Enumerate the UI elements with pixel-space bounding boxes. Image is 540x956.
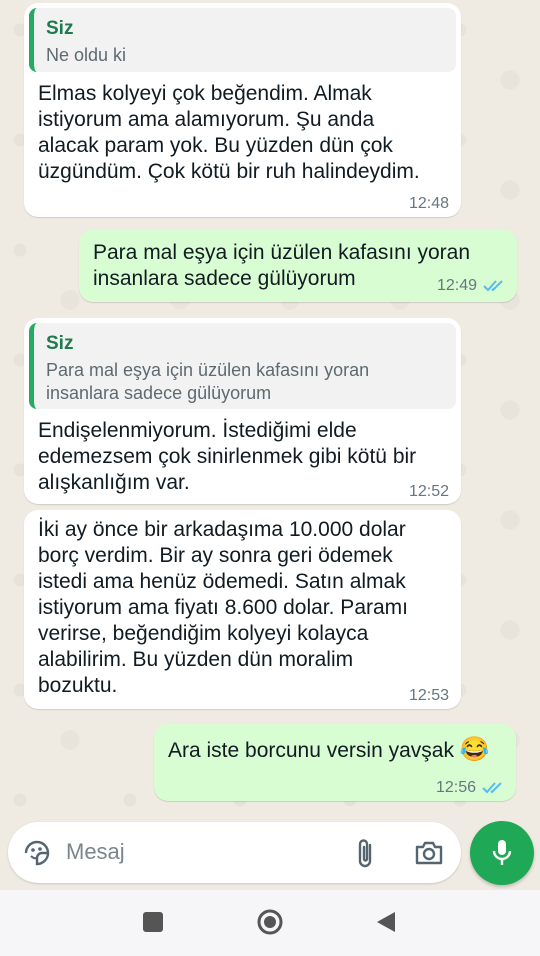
message-line: alışkanlığım var. — [38, 471, 190, 494]
message-text: İki ay önce bir arkadaşıma 10.000 dolar … — [38, 517, 447, 699]
message-bubble-outgoing[interactable]: Para mal eşya için üzülen kafasını yoran… — [79, 229, 517, 302]
message-line: borç verdim. Bir ay sonra geri ödemek — [38, 544, 393, 567]
quote-author: Siz — [46, 333, 74, 354]
message-time: 12:56 — [435, 779, 476, 796]
quote-author: Siz — [46, 18, 74, 39]
laughing-emoji: 😂 — [459, 736, 490, 763]
recents-square-icon[interactable] — [143, 912, 163, 932]
message-text: Endişelenmiyorum. İstediğimi elde edemez… — [38, 418, 447, 496]
quote-text: Ne oldu ki — [46, 45, 127, 65]
system-navigation-bar — [0, 890, 540, 956]
message-bubble-incoming[interactable]: Siz Para mal eşya için üzülen kafasını y… — [24, 318, 461, 504]
chat-area: Siz Ne oldu ki Elmas kolyeyi çok beğendi… — [0, 0, 540, 890]
quote-line: Para mal eşya için üzülen kafasını yoran — [46, 360, 370, 380]
message-line: verirse, beğendiğim kolyeyi kolayca — [38, 622, 369, 645]
message-line: alacak param yok. Bu yüzden dün çok — [38, 134, 393, 157]
message-bubble-outgoing[interactable]: Ara iste borcunu versin yavşak 😂 12:56 — [154, 724, 516, 801]
message-line: istedi ama henüz ödemedi. Satın almak — [38, 570, 406, 593]
home-circle-icon[interactable] — [256, 908, 284, 936]
mic-button[interactable] — [470, 821, 534, 885]
message-time: 12:48 — [408, 195, 449, 212]
message-text: Elmas kolyeyi çok beğendim. Almak istiyo… — [38, 81, 447, 185]
message-time: 12:52 — [408, 483, 449, 500]
message-line: Para mal eşya için üzülen kafasını yoran — [93, 241, 471, 264]
message-bubble-incoming[interactable]: Siz Ne oldu ki Elmas kolyeyi çok beğendi… — [24, 3, 461, 217]
message-line: edemezsem çok sinirlenmek gibi kötü bir — [38, 445, 417, 468]
message-bubble-incoming[interactable]: İki ay önce bir arkadaşıma 10.000 dolar … — [24, 510, 461, 709]
message-line: istiyorum ama alamıyorum. Şu anda — [38, 108, 375, 131]
message-line: Endişelenmiyorum. İstediğimi elde — [38, 419, 357, 442]
message-line: Ara iste borcunu versin yavşak — [168, 739, 454, 762]
message-time: 12:49 — [436, 277, 477, 294]
message-line: Elmas kolyeyi çok beğendim. Almak — [38, 82, 372, 105]
quoted-reply[interactable]: Siz Ne oldu ki — [29, 8, 456, 72]
message-line: istiyorum ama fiyatı 8.600 dolar. Paramı — [38, 596, 408, 619]
message-input[interactable]: Mesaj — [66, 839, 125, 865]
read-receipt-icon — [482, 782, 502, 794]
message-time: 12:53 — [408, 687, 449, 704]
read-receipt-icon — [483, 280, 503, 292]
sticker-icon[interactable] — [22, 838, 52, 868]
camera-icon[interactable] — [414, 839, 444, 867]
message-line: alabilirim. Bu yüzden dün moralim — [38, 648, 354, 671]
message-composer[interactable]: Mesaj — [8, 822, 461, 883]
message-text: Ara iste borcunu versin yavşak 😂 — [168, 737, 502, 764]
message-line: bozuktu. — [38, 674, 118, 697]
message-line: üzgündüm. Çok kötü bir ruh halindeydim. — [38, 160, 420, 183]
quote-line: insanlara sadece gülüyorum — [46, 383, 272, 403]
back-triangle-icon[interactable] — [375, 910, 397, 934]
quote-text: Para mal eşya için üzülen kafasını yoran… — [46, 359, 446, 405]
attach-icon[interactable] — [354, 837, 378, 869]
quoted-reply[interactable]: Siz Para mal eşya için üzülen kafasını y… — [29, 323, 456, 409]
mic-icon — [492, 840, 512, 865]
message-line: İki ay önce bir arkadaşıma 10.000 dolar — [38, 518, 406, 541]
